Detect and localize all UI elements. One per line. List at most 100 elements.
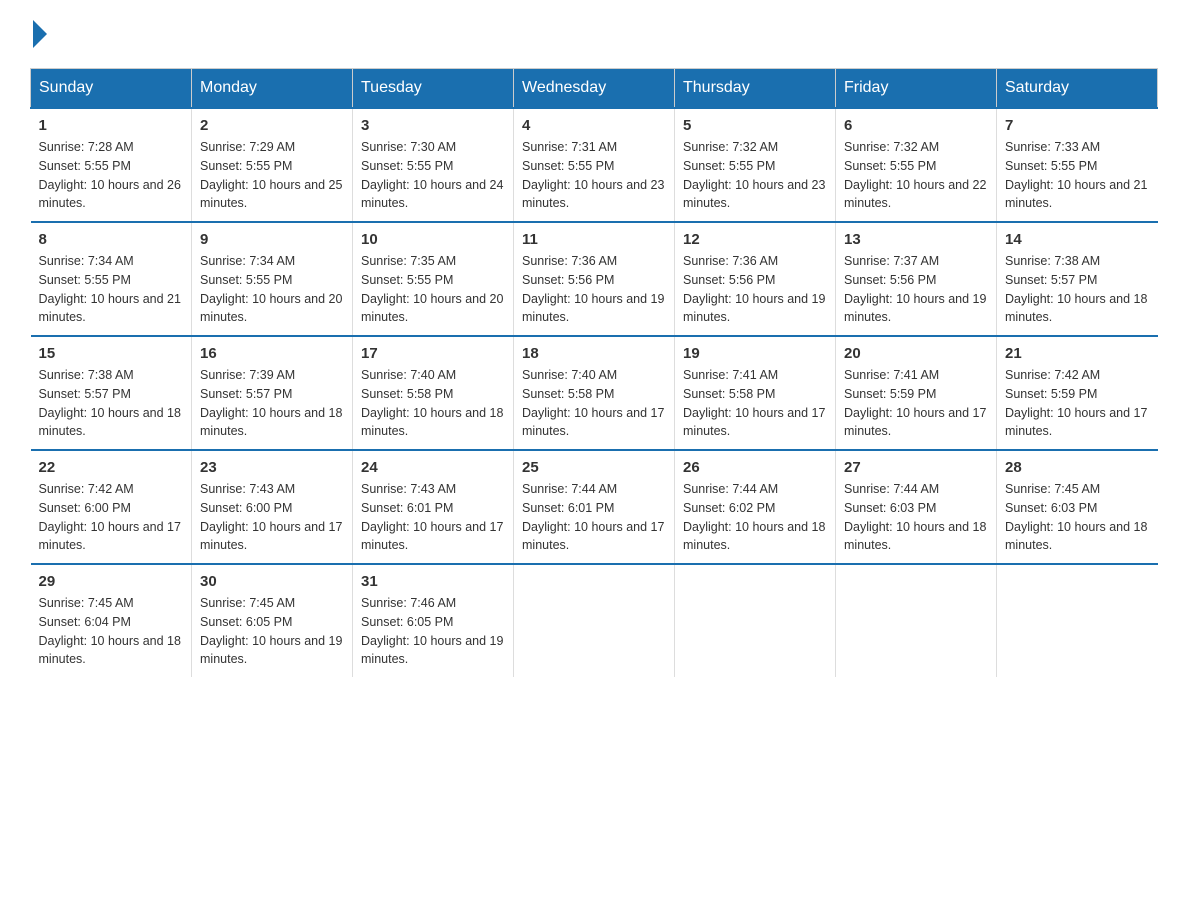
day-number: 18 <box>522 345 666 362</box>
calendar-cell: 31 Sunrise: 7:46 AMSunset: 6:05 PMDaylig… <box>353 564 514 677</box>
day-number: 17 <box>361 345 505 362</box>
day-number: 21 <box>1005 345 1150 362</box>
day-info: Sunrise: 7:34 AMSunset: 5:55 PMDaylight:… <box>200 254 342 324</box>
calendar-cell: 1 Sunrise: 7:28 AMSunset: 5:55 PMDayligh… <box>31 108 192 222</box>
calendar-cell: 16 Sunrise: 7:39 AMSunset: 5:57 PMDaylig… <box>192 336 353 450</box>
day-number: 16 <box>200 345 344 362</box>
day-number: 8 <box>39 231 184 248</box>
calendar-cell: 2 Sunrise: 7:29 AMSunset: 5:55 PMDayligh… <box>192 108 353 222</box>
calendar-cell <box>836 564 997 677</box>
calendar-cell: 17 Sunrise: 7:40 AMSunset: 5:58 PMDaylig… <box>353 336 514 450</box>
day-info: Sunrise: 7:34 AMSunset: 5:55 PMDaylight:… <box>39 254 181 324</box>
day-info: Sunrise: 7:38 AMSunset: 5:57 PMDaylight:… <box>1005 254 1147 324</box>
calendar-cell: 13 Sunrise: 7:37 AMSunset: 5:56 PMDaylig… <box>836 222 997 336</box>
day-info: Sunrise: 7:43 AMSunset: 6:00 PMDaylight:… <box>200 482 342 552</box>
calendar-cell: 15 Sunrise: 7:38 AMSunset: 5:57 PMDaylig… <box>31 336 192 450</box>
day-number: 31 <box>361 573 505 590</box>
day-number: 23 <box>200 459 344 476</box>
day-info: Sunrise: 7:39 AMSunset: 5:57 PMDaylight:… <box>200 368 342 438</box>
day-info: Sunrise: 7:36 AMSunset: 5:56 PMDaylight:… <box>522 254 664 324</box>
calendar-cell: 22 Sunrise: 7:42 AMSunset: 6:00 PMDaylig… <box>31 450 192 564</box>
day-number: 10 <box>361 231 505 248</box>
day-info: Sunrise: 7:42 AMSunset: 5:59 PMDaylight:… <box>1005 368 1147 438</box>
day-info: Sunrise: 7:29 AMSunset: 5:55 PMDaylight:… <box>200 140 342 210</box>
column-header-friday: Friday <box>836 69 997 109</box>
calendar-cell: 27 Sunrise: 7:44 AMSunset: 6:03 PMDaylig… <box>836 450 997 564</box>
day-info: Sunrise: 7:30 AMSunset: 5:55 PMDaylight:… <box>361 140 503 210</box>
calendar-cell: 5 Sunrise: 7:32 AMSunset: 5:55 PMDayligh… <box>675 108 836 222</box>
calendar-cell: 28 Sunrise: 7:45 AMSunset: 6:03 PMDaylig… <box>997 450 1158 564</box>
calendar-cell: 30 Sunrise: 7:45 AMSunset: 6:05 PMDaylig… <box>192 564 353 677</box>
calendar-body: 1 Sunrise: 7:28 AMSunset: 5:55 PMDayligh… <box>31 108 1158 677</box>
calendar-cell: 19 Sunrise: 7:41 AMSunset: 5:58 PMDaylig… <box>675 336 836 450</box>
header-row: SundayMondayTuesdayWednesdayThursdayFrid… <box>31 69 1158 109</box>
day-info: Sunrise: 7:33 AMSunset: 5:55 PMDaylight:… <box>1005 140 1147 210</box>
calendar-cell: 11 Sunrise: 7:36 AMSunset: 5:56 PMDaylig… <box>514 222 675 336</box>
calendar-cell: 24 Sunrise: 7:43 AMSunset: 6:01 PMDaylig… <box>353 450 514 564</box>
day-number: 27 <box>844 459 988 476</box>
column-header-thursday: Thursday <box>675 69 836 109</box>
day-number: 5 <box>683 117 827 134</box>
day-number: 15 <box>39 345 184 362</box>
week-row-4: 22 Sunrise: 7:42 AMSunset: 6:00 PMDaylig… <box>31 450 1158 564</box>
day-info: Sunrise: 7:35 AMSunset: 5:55 PMDaylight:… <box>361 254 503 324</box>
day-info: Sunrise: 7:46 AMSunset: 6:05 PMDaylight:… <box>361 596 503 666</box>
day-info: Sunrise: 7:43 AMSunset: 6:01 PMDaylight:… <box>361 482 503 552</box>
calendar-cell: 26 Sunrise: 7:44 AMSunset: 6:02 PMDaylig… <box>675 450 836 564</box>
day-number: 1 <box>39 117 184 134</box>
calendar-cell: 25 Sunrise: 7:44 AMSunset: 6:01 PMDaylig… <box>514 450 675 564</box>
day-info: Sunrise: 7:44 AMSunset: 6:02 PMDaylight:… <box>683 482 825 552</box>
calendar-cell: 21 Sunrise: 7:42 AMSunset: 5:59 PMDaylig… <box>997 336 1158 450</box>
calendar-cell: 8 Sunrise: 7:34 AMSunset: 5:55 PMDayligh… <box>31 222 192 336</box>
day-number: 26 <box>683 459 827 476</box>
logo-arrow-icon <box>33 20 47 48</box>
calendar-cell: 12 Sunrise: 7:36 AMSunset: 5:56 PMDaylig… <box>675 222 836 336</box>
day-number: 30 <box>200 573 344 590</box>
day-number: 13 <box>844 231 988 248</box>
day-info: Sunrise: 7:36 AMSunset: 5:56 PMDaylight:… <box>683 254 825 324</box>
week-row-5: 29 Sunrise: 7:45 AMSunset: 6:04 PMDaylig… <box>31 564 1158 677</box>
calendar-cell: 20 Sunrise: 7:41 AMSunset: 5:59 PMDaylig… <box>836 336 997 450</box>
calendar-cell: 10 Sunrise: 7:35 AMSunset: 5:55 PMDaylig… <box>353 222 514 336</box>
day-info: Sunrise: 7:40 AMSunset: 5:58 PMDaylight:… <box>361 368 503 438</box>
calendar-cell <box>997 564 1158 677</box>
day-number: 9 <box>200 231 344 248</box>
day-number: 4 <box>522 117 666 134</box>
calendar-cell: 3 Sunrise: 7:30 AMSunset: 5:55 PMDayligh… <box>353 108 514 222</box>
day-number: 7 <box>1005 117 1150 134</box>
day-number: 22 <box>39 459 184 476</box>
calendar-cell: 4 Sunrise: 7:31 AMSunset: 5:55 PMDayligh… <box>514 108 675 222</box>
day-number: 28 <box>1005 459 1150 476</box>
calendar-cell: 29 Sunrise: 7:45 AMSunset: 6:04 PMDaylig… <box>31 564 192 677</box>
calendar-header: SundayMondayTuesdayWednesdayThursdayFrid… <box>31 69 1158 109</box>
column-header-tuesday: Tuesday <box>353 69 514 109</box>
day-number: 2 <box>200 117 344 134</box>
day-number: 29 <box>39 573 184 590</box>
week-row-3: 15 Sunrise: 7:38 AMSunset: 5:57 PMDaylig… <box>31 336 1158 450</box>
day-info: Sunrise: 7:41 AMSunset: 5:59 PMDaylight:… <box>844 368 986 438</box>
calendar-cell: 9 Sunrise: 7:34 AMSunset: 5:55 PMDayligh… <box>192 222 353 336</box>
calendar-cell: 7 Sunrise: 7:33 AMSunset: 5:55 PMDayligh… <box>997 108 1158 222</box>
day-info: Sunrise: 7:44 AMSunset: 6:01 PMDaylight:… <box>522 482 664 552</box>
day-info: Sunrise: 7:45 AMSunset: 6:05 PMDaylight:… <box>200 596 342 666</box>
column-header-monday: Monday <box>192 69 353 109</box>
calendar-table: SundayMondayTuesdayWednesdayThursdayFrid… <box>30 68 1158 677</box>
day-number: 14 <box>1005 231 1150 248</box>
column-header-wednesday: Wednesday <box>514 69 675 109</box>
day-info: Sunrise: 7:45 AMSunset: 6:03 PMDaylight:… <box>1005 482 1147 552</box>
calendar-cell: 14 Sunrise: 7:38 AMSunset: 5:57 PMDaylig… <box>997 222 1158 336</box>
day-info: Sunrise: 7:32 AMSunset: 5:55 PMDaylight:… <box>683 140 825 210</box>
day-number: 3 <box>361 117 505 134</box>
day-info: Sunrise: 7:38 AMSunset: 5:57 PMDaylight:… <box>39 368 181 438</box>
logo <box>30 20 49 48</box>
week-row-2: 8 Sunrise: 7:34 AMSunset: 5:55 PMDayligh… <box>31 222 1158 336</box>
day-info: Sunrise: 7:31 AMSunset: 5:55 PMDaylight:… <box>522 140 664 210</box>
day-info: Sunrise: 7:32 AMSunset: 5:55 PMDaylight:… <box>844 140 986 210</box>
day-number: 24 <box>361 459 505 476</box>
day-number: 20 <box>844 345 988 362</box>
calendar-cell <box>675 564 836 677</box>
day-number: 12 <box>683 231 827 248</box>
calendar-cell: 23 Sunrise: 7:43 AMSunset: 6:00 PMDaylig… <box>192 450 353 564</box>
day-number: 11 <box>522 231 666 248</box>
week-row-1: 1 Sunrise: 7:28 AMSunset: 5:55 PMDayligh… <box>31 108 1158 222</box>
